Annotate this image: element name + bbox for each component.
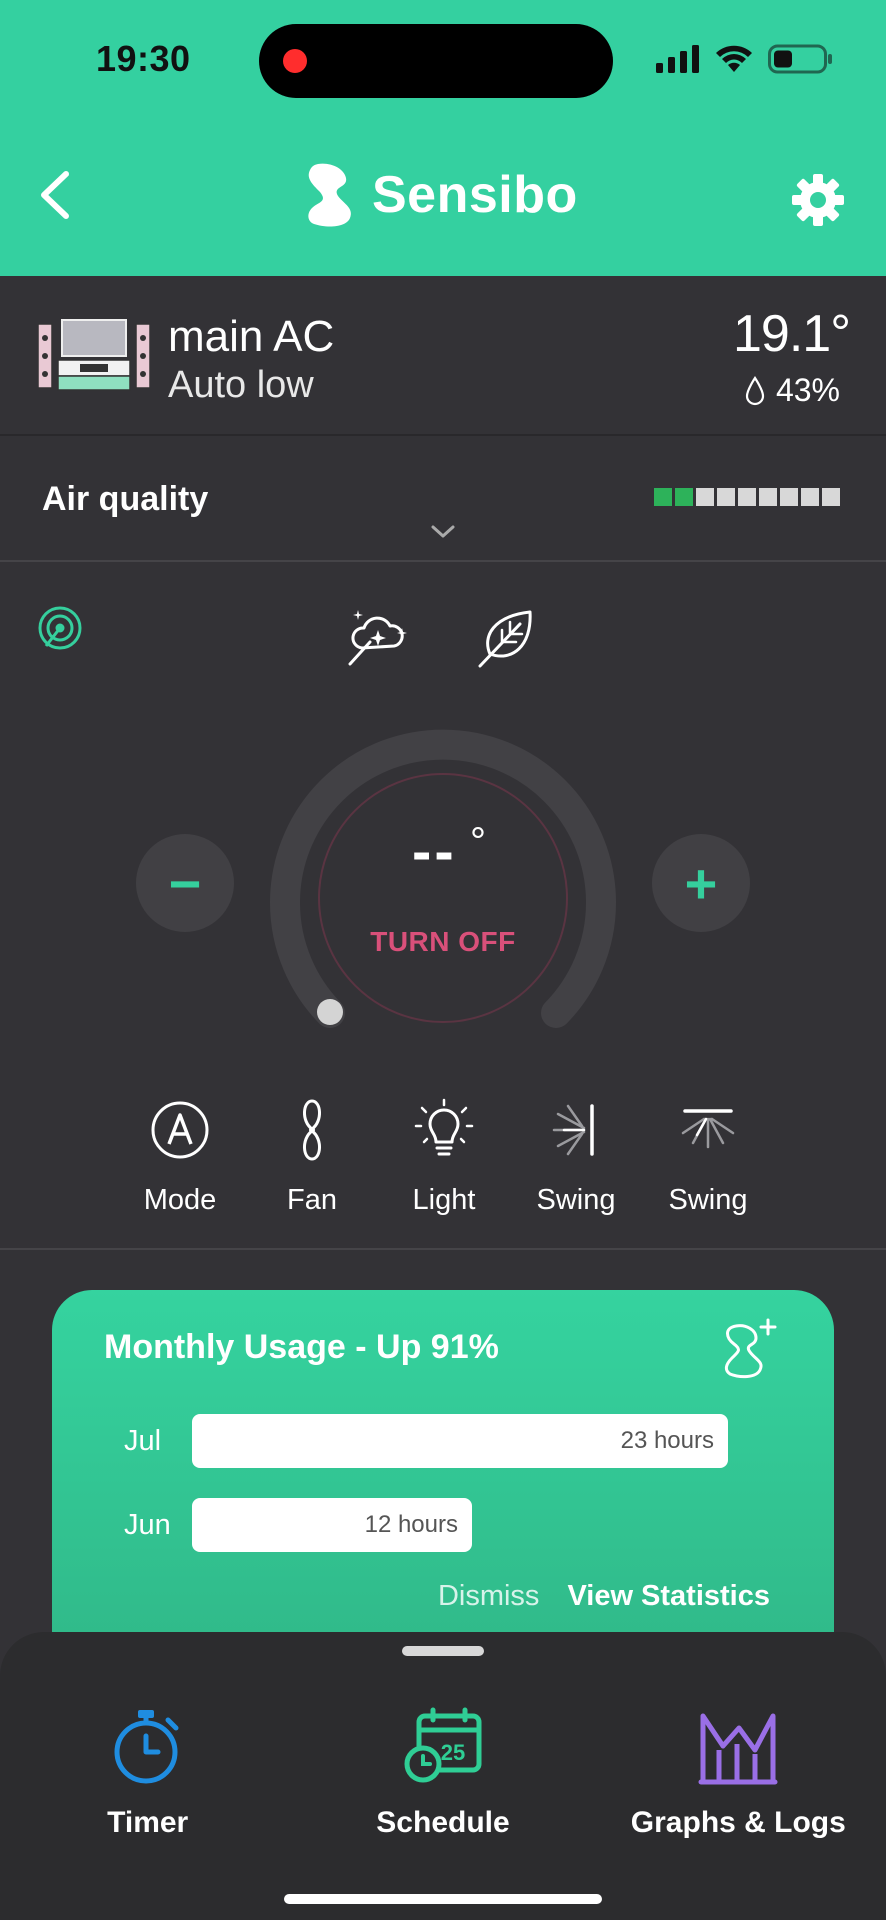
- header: 19:30 Sensibo: [0, 0, 886, 276]
- status-time: 19:30: [96, 38, 191, 79]
- humidity-value: 43%: [775, 372, 840, 408]
- device-row[interactable]: main AC Auto low 19.1° 43%: [0, 276, 886, 436]
- increase-temp-button[interactable]: +: [652, 834, 750, 932]
- brand-name: Sensibo: [372, 166, 578, 224]
- leaf-eco-icon[interactable]: [476, 606, 538, 668]
- tab-graphs-logs[interactable]: Graphs & Logs: [591, 1696, 886, 1840]
- tab-schedule-label: Schedule: [376, 1806, 510, 1839]
- svg-text:25: 25: [441, 1740, 465, 1765]
- home-theater-icon: [38, 319, 150, 391]
- signal-target-icon[interactable]: [36, 604, 86, 654]
- air-quality-segment: [717, 488, 735, 506]
- room-temperature: 19.1°: [732, 305, 851, 363]
- usage-row-jun: Jun 12 hours: [124, 1498, 472, 1552]
- ac-controls: Mode Fan Light Swing Swing: [114, 1098, 774, 1217]
- status-icons: [656, 44, 834, 74]
- horizontal-swing-icon: [552, 1104, 594, 1156]
- usage-month: Jun: [124, 1508, 171, 1541]
- view-statistics-button[interactable]: View Statistics: [567, 1580, 770, 1613]
- humidity: 43%: [744, 372, 840, 409]
- home-indicator: [284, 1894, 602, 1904]
- droplet-icon: [745, 375, 765, 405]
- back-icon[interactable]: [36, 168, 76, 222]
- light-label: Light: [412, 1184, 476, 1216]
- gear-icon[interactable]: [790, 172, 846, 228]
- tab-timer[interactable]: Timer: [0, 1696, 295, 1840]
- air-quality-segment: [822, 488, 840, 506]
- mode-auto-icon: [151, 1101, 209, 1159]
- divider: [0, 1248, 886, 1250]
- bottom-sheet: Timer 25 Schedule Graphs & Logs: [0, 1632, 886, 1920]
- vertical-swing-control[interactable]: Swing: [642, 1098, 774, 1217]
- usage-title: Monthly Usage - Up 91%: [104, 1328, 499, 1366]
- light-control[interactable]: Light: [378, 1098, 510, 1217]
- air-quality-meter: [654, 488, 840, 506]
- vertical-swing-icon: [681, 1109, 735, 1149]
- fan-control[interactable]: Fan: [246, 1098, 378, 1217]
- air-purify-sparkle-icon[interactable]: [348, 606, 410, 668]
- tab-schedule[interactable]: 25 Schedule: [295, 1696, 590, 1840]
- usage-month: Jul: [124, 1424, 162, 1457]
- air-quality-segment: [759, 488, 777, 506]
- chevron-down-icon[interactable]: [430, 524, 456, 540]
- mode-control[interactable]: Mode: [114, 1098, 246, 1217]
- tab-timer-label: Timer: [107, 1806, 189, 1839]
- sensibo-add-icon[interactable]: [722, 1318, 778, 1380]
- usage-bar: 23 hours: [192, 1414, 728, 1468]
- temperature-dial[interactable]: [262, 720, 624, 1050]
- tab-graphs-logs-label: Graphs & Logs: [630, 1806, 846, 1839]
- air-quality-segment: [654, 488, 672, 506]
- device-name: main AC: [168, 312, 335, 361]
- air-quality-segment: [801, 488, 819, 506]
- air-quality-segment: [675, 488, 693, 506]
- degree-symbol: °: [470, 820, 486, 864]
- target-temperature: --: [412, 819, 457, 884]
- horizontal-swing-label: Swing: [536, 1184, 616, 1216]
- sheet-handle[interactable]: [402, 1646, 484, 1656]
- vertical-swing-label: Swing: [668, 1184, 748, 1216]
- recording-indicator-icon: [283, 49, 307, 73]
- dynamic-island: [259, 24, 613, 98]
- air-quality-segment: [696, 488, 714, 506]
- horizontal-swing-control[interactable]: Swing: [510, 1098, 642, 1217]
- schedule-icon: 25: [404, 1707, 482, 1783]
- battery-icon: [768, 44, 832, 74]
- light-bulb-icon: [414, 1098, 474, 1156]
- sensibo-logo-icon: [308, 163, 351, 227]
- mode-label: Mode: [143, 1184, 217, 1216]
- brand: Sensibo: [304, 162, 578, 228]
- timer-icon: [114, 1710, 179, 1784]
- decrease-temp-button[interactable]: −: [136, 834, 234, 932]
- air-quality-segment: [780, 488, 798, 506]
- turn-off-button[interactable]: TURN OFF: [320, 926, 566, 958]
- bottom-tabs: Timer 25 Schedule Graphs & Logs: [0, 1696, 886, 1840]
- dismiss-button[interactable]: Dismiss: [438, 1580, 540, 1613]
- graphs-icon: [698, 1713, 778, 1785]
- fan-label: Fan: [287, 1184, 337, 1216]
- fan-icon: [303, 1099, 321, 1161]
- usage-row-jul: Jul 23 hours: [124, 1414, 728, 1468]
- air-quality-label: Air quality: [42, 480, 209, 518]
- wifi-icon: [716, 45, 752, 72]
- device-mode: Auto low: [168, 364, 314, 406]
- air-quality-row[interactable]: Air quality: [0, 438, 886, 562]
- cellular-signal-icon: [656, 45, 699, 73]
- monthly-usage-card: Monthly Usage - Up 91% Jul 23 hours Jun …: [52, 1290, 834, 1670]
- usage-actions: Dismiss View Statistics: [438, 1580, 770, 1613]
- usage-bar: 12 hours: [192, 1498, 472, 1552]
- air-quality-segment: [738, 488, 756, 506]
